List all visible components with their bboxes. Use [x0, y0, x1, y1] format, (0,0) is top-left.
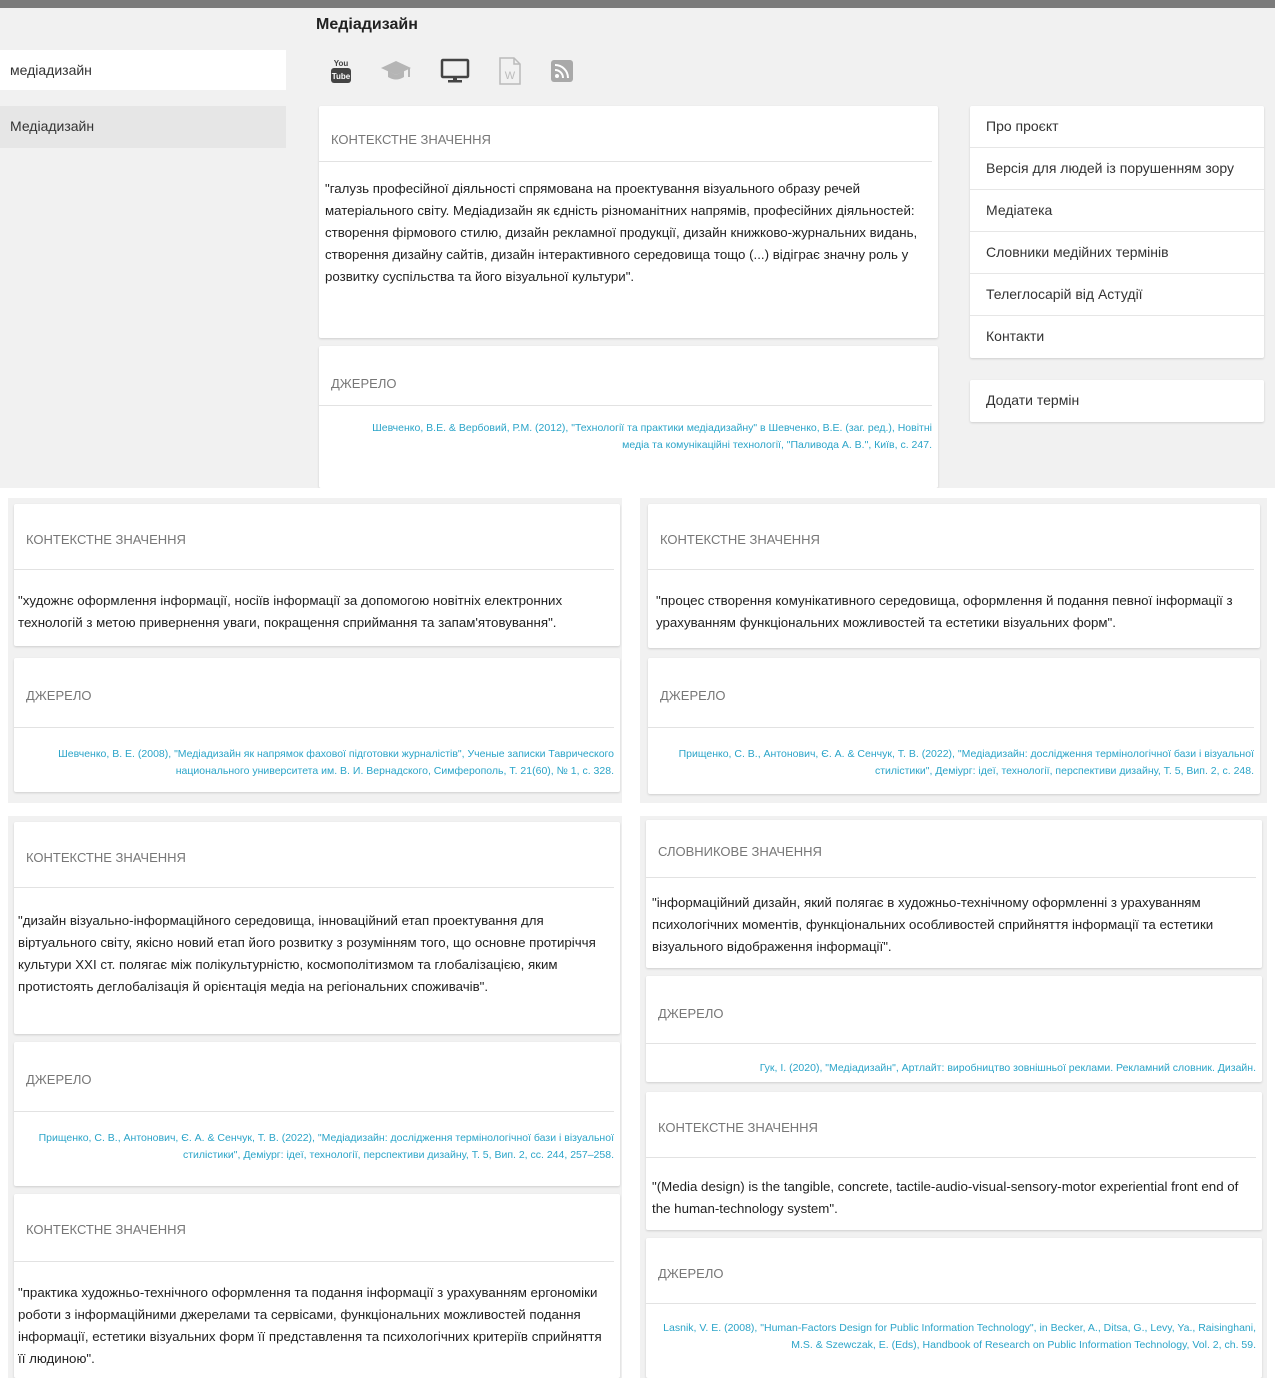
- source-card: ДЖЕРЕЛО Lasnik, V. E. (2008), "Human-Fac…: [646, 1238, 1262, 1378]
- search-input[interactable]: [0, 50, 286, 90]
- menu-item-contacts[interactable]: Контакти: [970, 316, 1264, 358]
- source-heading: ДЖЕРЕЛО: [14, 658, 614, 728]
- context-meaning-text: "дизайн візуально-інформаційного середов…: [18, 913, 596, 994]
- add-term-button[interactable]: Додати термін: [970, 380, 1264, 422]
- source-heading: ДЖЕРЕЛО: [319, 346, 932, 406]
- context-meaning-heading: КОНТЕКСТНЕ ЗНАЧЕННЯ: [319, 106, 932, 162]
- sidebar-menu: Про проєкт Версія для людей із порушення…: [970, 106, 1264, 358]
- context-meaning-heading: КОНТЕКСТНЕ ЗНАЧЕННЯ: [14, 1194, 614, 1262]
- menu-item-about[interactable]: Про проєкт: [970, 106, 1264, 148]
- bottom-right-panel: СЛОВНИКОВЕ ЗНАЧЕННЯ "інформаційний дизай…: [640, 816, 1267, 1378]
- source-link[interactable]: Гук, І. (2020), "Медіадизайн", Артлайт: …: [646, 1044, 1262, 1082]
- monitor-icon[interactable]: [440, 58, 470, 84]
- context-meaning-card: КОНТЕКСТНЕ ЗНАЧЕННЯ "художнє оформлення …: [14, 504, 620, 646]
- context-meaning-heading: КОНТЕКСТНЕ ЗНАЧЕННЯ: [14, 504, 614, 570]
- context-meaning-card: КОНТЕКСТНЕ ЗНАЧЕННЯ "(Media design) is t…: [646, 1092, 1262, 1230]
- dictionary-meaning-text: "інформаційний дизайн, який полягає в ху…: [652, 895, 1214, 954]
- bottom-left-panel: КОНТЕКСТНЕ ЗНАЧЕННЯ "дизайн візуально-ін…: [8, 816, 622, 1378]
- source-heading: ДЖЕРЕЛО: [646, 976, 1256, 1044]
- context-meaning-text: "практика художньо-технічного оформлення…: [18, 1285, 602, 1366]
- graduation-cap-icon[interactable]: [380, 59, 412, 83]
- context-meaning-text: "художнє оформлення інформації, носіїв і…: [18, 593, 563, 630]
- source-link[interactable]: Шевченко, В.Е. & Вербовий, Р.М. (2012), …: [319, 406, 938, 460]
- word-document-icon[interactable]: W: [498, 57, 522, 85]
- svg-text:You: You: [334, 59, 349, 68]
- menu-item-teleglossary[interactable]: Телеглосарій від Астудії: [970, 274, 1264, 316]
- source-card: ДЖЕРЕЛО Гук, І. (2020), "Медіадизайн", А…: [646, 976, 1262, 1082]
- source-card: ДЖЕРЕЛО Шевченко, В.Е. & Вербовий, Р.М. …: [319, 346, 938, 488]
- svg-text:W: W: [505, 70, 516, 82]
- source-link[interactable]: Прищенко, С. В., Антонович, Є. А. & Сенч…: [648, 728, 1260, 786]
- youtube-icon[interactable]: You Tube: [330, 57, 352, 85]
- top-border: [0, 0, 1275, 8]
- menu-item-dictionaries[interactable]: Словники медійних термінів: [970, 232, 1264, 274]
- context-meaning-text: "галузь професійної діяльності спрямован…: [325, 181, 918, 284]
- page-title: Медіадизайн: [316, 16, 418, 33]
- source-card: ДЖЕРЕЛО Шевченко, В. Е. (2008), "Медіади…: [14, 658, 620, 792]
- rss-icon[interactable]: [550, 59, 574, 83]
- source-card: ДЖЕРЕЛО Прищенко, С. В., Антонович, Є. А…: [648, 658, 1260, 794]
- mid-right-panel: КОНТЕКСТНЕ ЗНАЧЕННЯ "процес створення ко…: [640, 498, 1267, 803]
- context-meaning-text: "(Media design) is the tangible, concret…: [652, 1179, 1239, 1216]
- context-meaning-heading: КОНТЕКСТНЕ ЗНАЧЕННЯ: [14, 822, 614, 888]
- menu-item-media-library[interactable]: Медіатека: [970, 190, 1264, 232]
- dictionary-meaning-heading: СЛОВНИКОВЕ ЗНАЧЕННЯ: [646, 820, 1256, 878]
- term-list-item[interactable]: Медіадизайн: [0, 106, 286, 148]
- source-heading: ДЖЕРЕЛО: [14, 1042, 614, 1112]
- media-icon-toolbar: You Tube W: [330, 55, 574, 87]
- svg-text:Tube: Tube: [332, 72, 351, 81]
- context-meaning-card: КОНТЕКСТНЕ ЗНАЧЕННЯ "галузь професійної …: [319, 106, 938, 338]
- dictionary-meaning-card: СЛОВНИКОВЕ ЗНАЧЕННЯ "інформаційний дизай…: [646, 820, 1262, 968]
- context-meaning-card: КОНТЕКСТНЕ ЗНАЧЕННЯ "дизайн візуально-ін…: [14, 822, 620, 1034]
- context-meaning-card: КОНТЕКСТНЕ ЗНАЧЕННЯ "практика художньо-т…: [14, 1194, 620, 1378]
- source-heading: ДЖЕРЕЛО: [648, 658, 1254, 728]
- menu-item-accessibility[interactable]: Версія для людей із порушенням зору: [970, 148, 1264, 190]
- top-panel: Медіадизайн Медіадизайн You Tube: [0, 0, 1275, 488]
- context-meaning-heading: КОНТЕКСТНЕ ЗНАЧЕННЯ: [646, 1092, 1256, 1158]
- source-link[interactable]: Lasnik, V. E. (2008), "Human-Factors Des…: [646, 1304, 1262, 1360]
- source-card: ДЖЕРЕЛО Прищенко, С. В., Антонович, Є. А…: [14, 1042, 620, 1186]
- context-meaning-heading: КОНТЕКСТНЕ ЗНАЧЕННЯ: [648, 504, 1254, 570]
- context-meaning-card: КОНТЕКСТНЕ ЗНАЧЕННЯ "процес створення ко…: [648, 504, 1260, 648]
- context-meaning-text: "процес створення комунікативного середо…: [656, 593, 1233, 630]
- source-link[interactable]: Шевченко, В. Е. (2008), "Медіадизайн як …: [14, 728, 620, 786]
- mid-left-panel: КОНТЕКСТНЕ ЗНАЧЕННЯ "художнє оформлення …: [8, 498, 622, 803]
- source-link[interactable]: Прищенко, С. В., Антонович, Є. А. & Сенч…: [14, 1112, 620, 1170]
- source-heading: ДЖЕРЕЛО: [646, 1238, 1256, 1304]
